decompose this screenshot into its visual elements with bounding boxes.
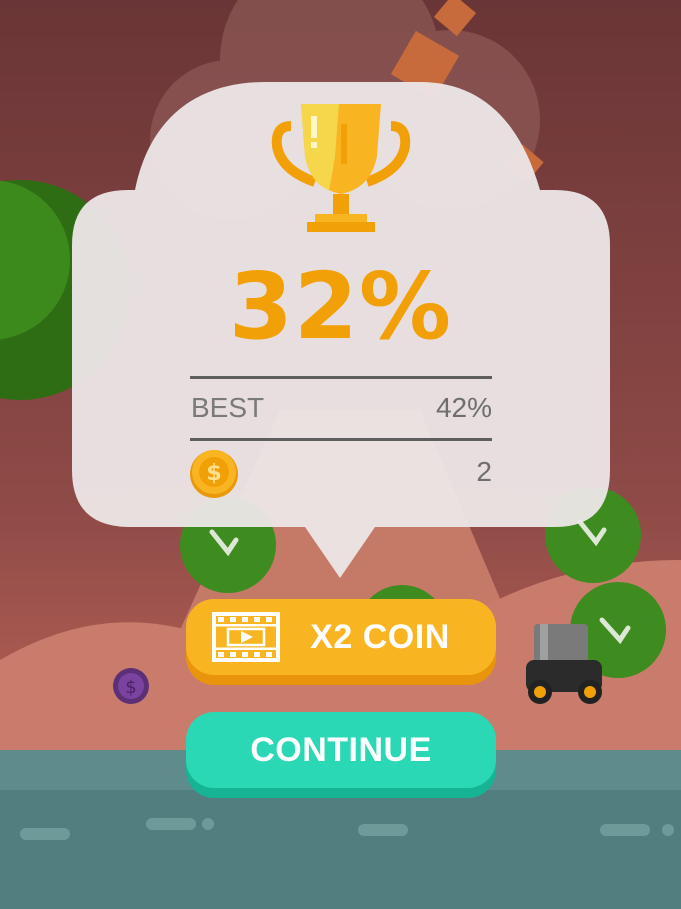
continue-button[interactable]: CONTINUE [186, 712, 496, 788]
best-value: 42% [435, 392, 492, 423]
svg-text:$: $ [206, 461, 221, 486]
best-label: BEST [191, 392, 265, 423]
score-percent: 32% [228, 253, 453, 360]
video-film-icon [212, 612, 280, 662]
divider-bottom [190, 438, 492, 441]
x2-coin-button[interactable]: X2 COIN [186, 599, 496, 675]
coin-icon: $ [190, 450, 238, 498]
coin-count: 2 [476, 456, 492, 487]
trophy-icon [271, 104, 411, 232]
divider-top [190, 376, 492, 379]
x2-coin-label: X2 COIN [310, 617, 450, 656]
continue-label: CONTINUE [250, 730, 432, 769]
